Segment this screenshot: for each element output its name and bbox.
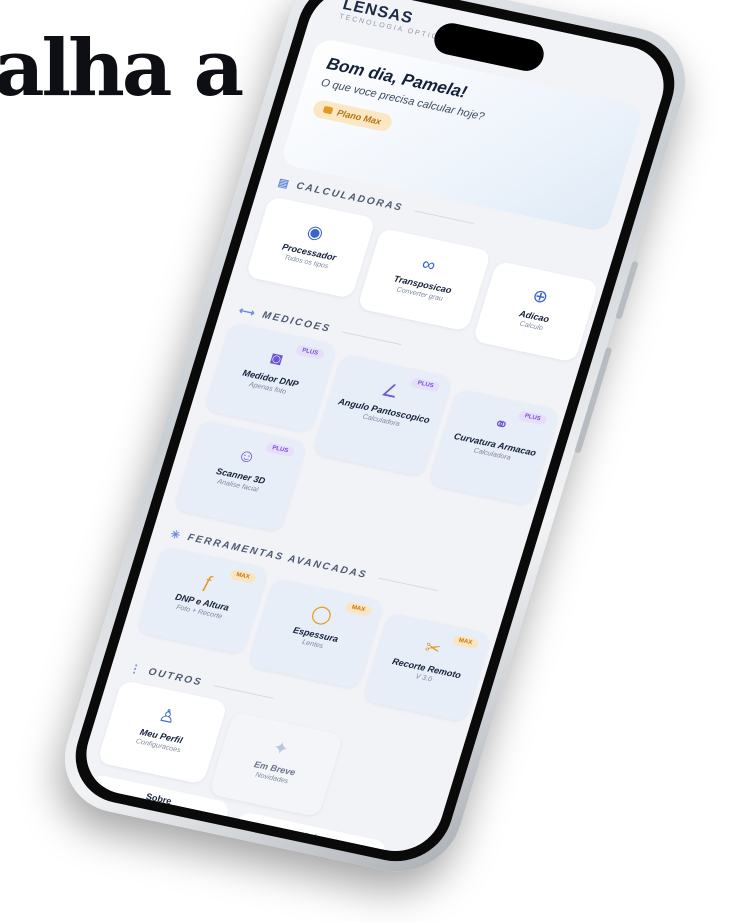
card-em-breve: ✦ Em Breve Novidades [208,711,344,818]
section-divider [414,210,474,224]
about-label: Sobre [144,791,173,807]
phone-mockup: LENSAS TECNOLOGIA OPTICA Bom dia, Pamela… [0,0,738,922]
about-button[interactable]: Sobre [81,773,231,842]
sparkle-icon: ✳ [168,528,184,543]
ruler-icon: ⟷ [237,304,259,321]
phone-bezel: LENSAS TECNOLOGIA OPTICA Bom dia, Pamela… [62,0,688,871]
plan-icon [322,105,334,115]
section-divider [213,685,274,699]
more-icon: ⋮ [127,662,145,677]
card-angulo-pantoscopico[interactable]: PLUS ∠ Angulo Pantoscopico Calculadora [312,354,453,477]
card-meu-perfil[interactable]: ♙ Meu Perfil Configuracoes [96,679,229,785]
card-curvatura-armacao[interactable]: PLUS ⚭ Curvatura Armacao Calculadora [428,388,560,507]
card-dnp-altura[interactable]: MAX ƒ DNP e Altura Foto + Recorte [136,546,269,655]
plan-badge[interactable]: Plano Max [311,98,394,133]
logout-label: Sair [301,830,322,844]
calculator-icon: ▤ [276,176,293,191]
section-outros-label: OUTROS [146,666,204,689]
card-adicao[interactable]: ⊕ Adicao Calculo [472,260,600,363]
card-medidor-dnp[interactable]: PLUS ◙ Medidor DNP Apenas foto [204,322,338,433]
card-scanner-3d[interactable]: PLUS ☺ Scanner 3D Analise facial [173,419,308,533]
card-recorte-remoto[interactable]: MAX ✂ Recorte Remoto V 3.0 [362,612,492,723]
logout-button[interactable]: Sair [229,811,389,860]
phone-frame: LENSAS TECNOLOGIA OPTICA Bom dia, Pamela… [49,0,701,883]
section-divider [342,331,402,346]
greeting-card: Bom dia, Pamela! O que voce precisa calc… [279,37,645,233]
card-espessura[interactable]: MAX ◯ Espessura Lentes [247,577,385,690]
section-divider [378,577,438,592]
card-transposicao[interactable]: ∞ Transposicao Converter grau [356,227,492,332]
plan-label: Plano Max [335,107,383,127]
card-processador[interactable]: ◉ Processador Todos os tipos [245,196,376,299]
